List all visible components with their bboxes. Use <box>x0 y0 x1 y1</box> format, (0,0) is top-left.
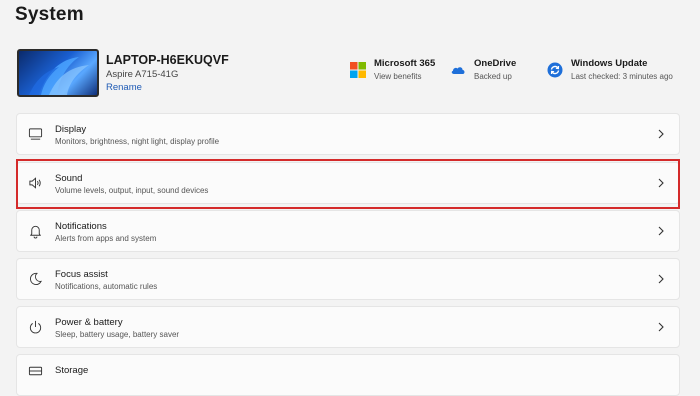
moon-icon <box>29 272 42 285</box>
service-title: OneDrive <box>474 58 517 69</box>
windows-update-tile[interactable]: Windows Update Last checked: 3 minutes a… <box>547 58 673 88</box>
settings-item-sound[interactable]: Sound Volume levels, output, input, soun… <box>16 162 680 204</box>
settings-item-focus-assist[interactable]: Focus assist Notifications, automatic ru… <box>16 258 680 300</box>
settings-item-title: Storage <box>55 365 89 376</box>
power-icon <box>29 320 42 334</box>
speaker-icon <box>29 177 41 189</box>
chevron-right-icon <box>658 178 664 188</box>
settings-item-title: Display <box>55 124 87 135</box>
service-subtitle: Last checked: 3 minutes ago <box>571 72 673 81</box>
device-model: Aspire A715-41G <box>106 69 179 80</box>
microsoft-365-tile[interactable]: Microsoft 365 View benefits <box>350 58 435 88</box>
service-title: Windows Update <box>571 58 648 69</box>
settings-item-display[interactable]: Display Monitors, brightness, night ligh… <box>16 113 680 155</box>
settings-item-title: Power & battery <box>55 317 123 328</box>
chevron-right-icon <box>658 274 664 284</box>
settings-item-subtitle: Sleep, battery usage, battery saver <box>55 330 180 339</box>
cloud-icon <box>451 67 465 74</box>
storage-icon <box>28 366 43 376</box>
microsoft-logo-icon <box>350 62 366 78</box>
service-title: Microsoft 365 <box>374 58 436 69</box>
settings-item-notifications[interactable]: Notifications Alerts from apps and syste… <box>16 210 680 252</box>
update-icon <box>547 62 563 78</box>
page-title: System <box>15 4 84 25</box>
chevron-right-icon <box>658 129 664 139</box>
bell-icon <box>29 225 42 239</box>
device-wallpaper-thumbnail <box>17 49 99 97</box>
settings-item-title: Focus assist <box>55 269 108 280</box>
settings-item-title: Notifications <box>55 221 107 232</box>
service-subtitle: Backed up <box>474 72 512 81</box>
settings-item-title: Sound <box>55 173 83 184</box>
chevron-right-icon <box>658 322 664 332</box>
settings-item-subtitle: Alerts from apps and system <box>55 234 157 243</box>
settings-item-subtitle: Monitors, brightness, night light, displ… <box>55 137 220 146</box>
chevron-right-icon <box>658 226 664 236</box>
rename-link[interactable]: Rename <box>106 82 142 93</box>
onedrive-tile[interactable]: OneDrive Backed up <box>450 58 516 88</box>
service-subtitle: View benefits <box>374 72 422 81</box>
device-name: LAPTOP-H6EKUQVF <box>106 53 229 67</box>
settings-item-subtitle: Volume levels, output, input, sound devi… <box>55 186 209 195</box>
settings-item-power-battery[interactable]: Power & battery Sleep, battery usage, ba… <box>16 306 680 348</box>
settings-item-storage[interactable]: Storage <box>16 354 680 396</box>
settings-item-subtitle: Notifications, automatic rules <box>55 282 158 291</box>
monitor-icon <box>28 128 43 140</box>
